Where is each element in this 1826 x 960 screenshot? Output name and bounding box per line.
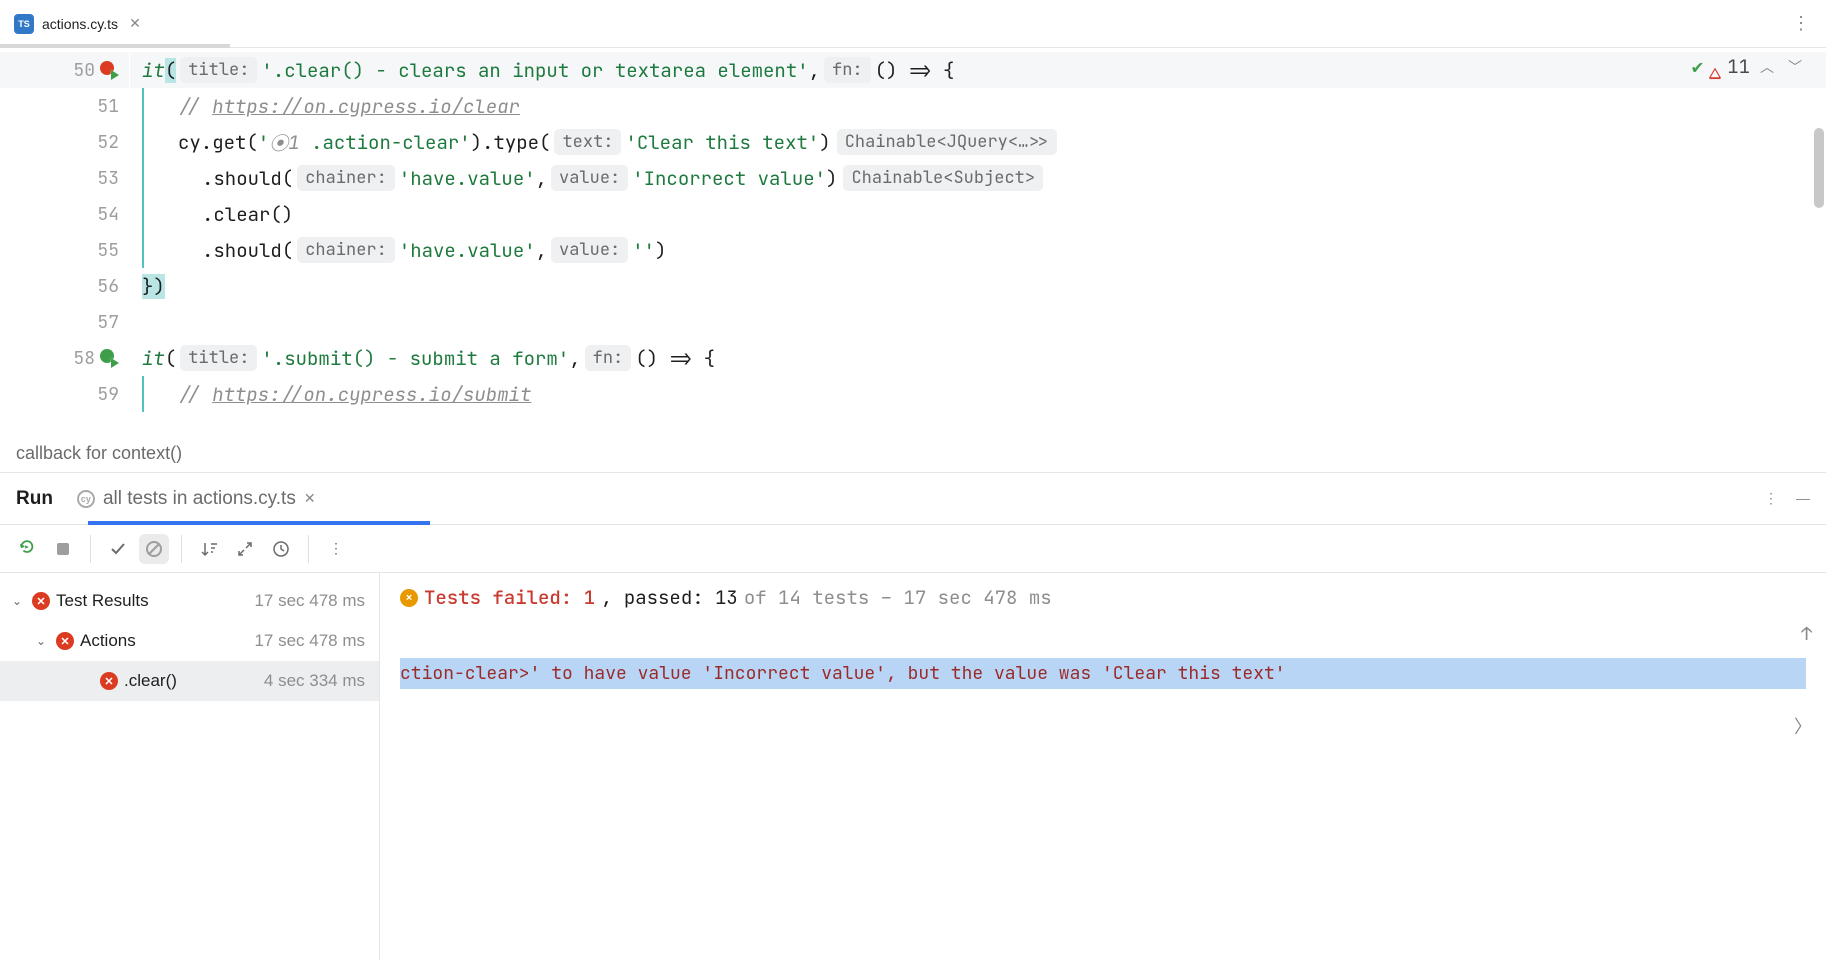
line-number: 54 [79,203,119,226]
run-toolbar: ⋮ [0,525,1826,573]
tab-filename: actions.cy.ts [42,16,118,32]
minimize-icon[interactable]: — [1796,490,1810,507]
inspection-widget[interactable]: ✔ 11 ︿ ﹀ [1692,54,1806,79]
editor-tab[interactable]: actions.cy.ts ✕ [0,0,158,48]
scroll-up-button[interactable]: ↑ [1801,623,1812,646]
chevron-up-icon[interactable]: ︿ [1756,57,1778,77]
gutter-row[interactable]: 53 [0,160,129,196]
code-line[interactable]: .should( chainer: 'have.value', value: '… [130,232,1826,268]
close-icon[interactable]: ✕ [304,490,316,507]
fail-icon [32,592,50,610]
code-line[interactable]: .clear() [130,196,1826,232]
run-tab[interactable]: Run [16,473,53,525]
check-icon: ✔ [1692,54,1703,79]
gutter: 50 51 52 53 54 55 56 57 58 59 [0,48,130,435]
line-number: 59 [79,383,119,406]
code-line[interactable]: // https://on.cypress.io/clear [130,88,1826,124]
code-line[interactable]: cy.get('⦿1 .action-clear').type( text: '… [130,124,1826,160]
cypress-icon: cy [77,490,95,508]
tab-more-button[interactable]: ⋮ [1792,13,1810,34]
fail-icon [100,672,118,690]
chevron-down-icon[interactable]: ⌄ [12,594,26,608]
doc-link[interactable]: https://on.cypress.io/clear [212,94,520,119]
line-number: 52 [79,131,119,154]
gutter-row[interactable]: 52 [0,124,129,160]
tree-test[interactable]: .clear() 4 sec 334 ms [0,661,379,701]
gutter-row[interactable]: 56 [0,268,129,304]
test-summary: Tests failed: 1, passed: 13 of 14 tests … [400,585,1806,610]
stop-button[interactable] [48,534,78,564]
line-number: 55 [79,239,119,262]
warning-icon [400,589,418,607]
line-number: 58 [55,347,95,370]
editor-tabbar: actions.cy.ts ✕ ⋮ [0,0,1826,48]
chevron-down-icon[interactable]: ﹀ [1784,57,1806,77]
more-icon[interactable]: ⋮ [1764,490,1778,507]
line-number: 56 [79,275,119,298]
vertical-scrollbar[interactable] [1814,128,1824,208]
show-passed-button[interactable] [103,534,133,564]
code-area[interactable]: it( title: '.clear() - clears an input o… [130,48,1826,435]
gutter-row[interactable]: 50 [0,52,129,88]
typescript-icon [14,14,34,34]
tree-suite[interactable]: ⌄ Actions 17 sec 478 ms [0,621,379,661]
gutter-row[interactable]: 55 [0,232,129,268]
doc-link[interactable]: https://on.cypress.io/submit [212,382,531,407]
run-config-tab[interactable]: cy all tests in actions.cy.ts ✕ [77,473,316,525]
active-tab-underline [88,521,430,525]
tab-close-button[interactable]: ✕ [126,15,144,33]
show-ignored-button[interactable] [139,534,169,564]
test-output[interactable]: Tests failed: 1, passed: 13 of 14 tests … [380,573,1826,960]
gutter-row[interactable]: 51 [0,88,129,124]
chevron-down-icon[interactable]: ⌄ [36,634,50,648]
expand-button[interactable] [230,534,260,564]
code-editor[interactable]: 50 51 52 53 54 55 56 57 58 59 it [0,48,1826,435]
sort-button[interactable] [194,534,224,564]
fail-icon [56,632,74,650]
gutter-row[interactable]: 58 [0,340,129,376]
code-line[interactable]: // https://on.cypress.io/submit [130,376,1826,412]
run-panel-header: Run cy all tests in actions.cy.ts ✕ ⋮ — [0,473,1826,525]
code-line[interactable] [130,304,1826,340]
scroll-right-button[interactable]: 〉 [1794,713,1812,739]
inspection-count: 11 [1727,54,1750,79]
more-actions-button[interactable]: ⋮ [321,534,351,564]
run-test-error-icon[interactable] [99,60,119,80]
gutter-row[interactable]: 59 [0,376,129,412]
code-line[interactable]: .should( chainer: 'have.value', value: '… [130,160,1826,196]
test-tree[interactable]: ⌄ Test Results 17 sec 478 ms ⌄ Actions 1… [0,573,380,960]
gutter-row[interactable]: 57 [0,304,129,340]
tree-root[interactable]: ⌄ Test Results 17 sec 478 ms [0,581,379,621]
error-output-line[interactable]: ction-clear>' to have value 'Incorrect v… [400,658,1806,689]
line-number: 51 [79,95,119,118]
history-button[interactable] [266,534,296,564]
results-area: ⌄ Test Results 17 sec 478 ms ⌄ Actions 1… [0,573,1826,960]
close-icon: ✕ [129,15,141,32]
code-line[interactable]: it( title: '.submit() - submit a form', … [130,340,1826,376]
line-number: 53 [79,167,119,190]
code-line[interactable]: }) [130,268,1826,304]
breadcrumb[interactable]: callback for context() [0,435,1826,473]
run-test-ok-icon[interactable] [99,348,119,368]
line-number: 57 [79,311,119,334]
code-line[interactable]: it( title: '.clear() - clears an input o… [130,52,1826,88]
warning-icon [1709,61,1721,73]
rerun-button[interactable] [12,534,42,564]
gutter-row[interactable]: 54 [0,196,129,232]
line-number: 50 [55,59,95,82]
